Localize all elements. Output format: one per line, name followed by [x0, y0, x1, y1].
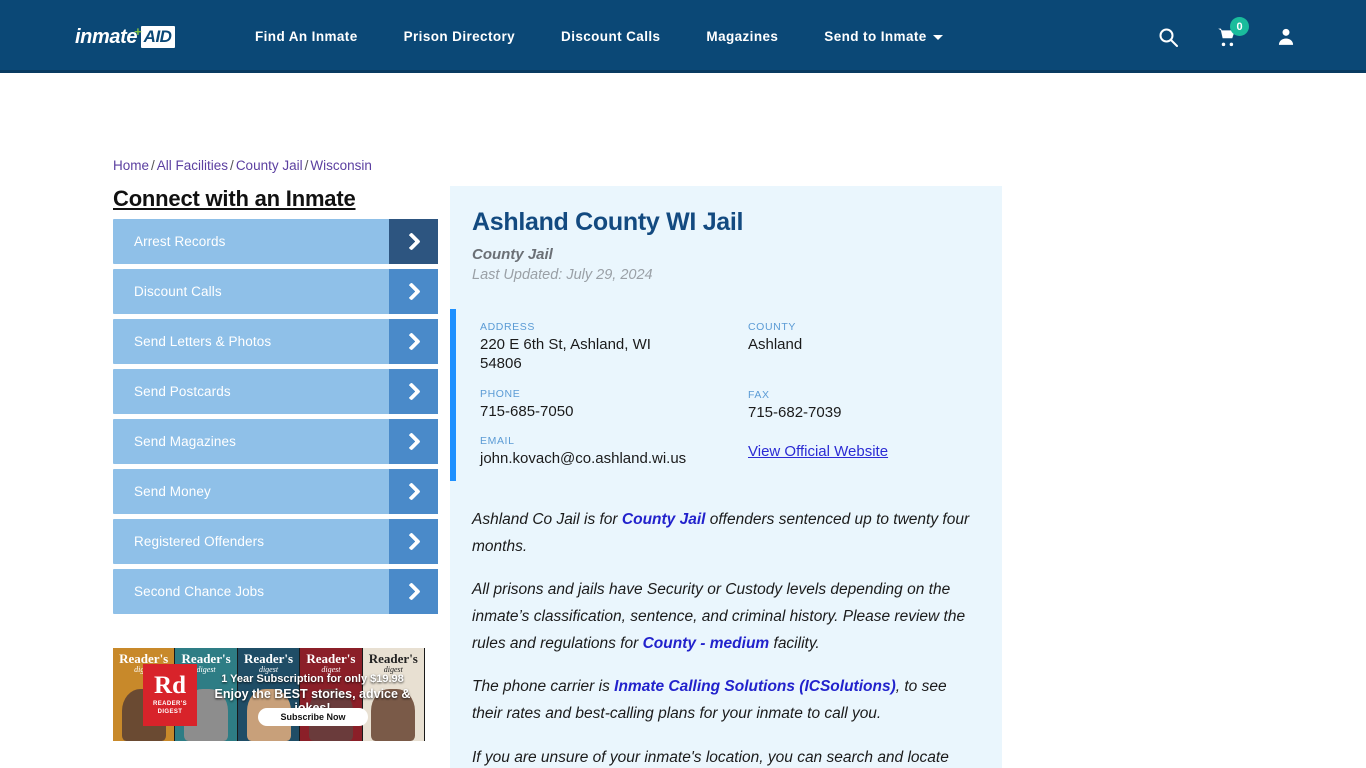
logo-aid: AID	[140, 26, 176, 48]
nav-discount-calls[interactable]: Discount Calls	[561, 29, 660, 44]
breadcrumb: Home / All Facilities / County Jail / Wisconsi…	[113, 158, 372, 173]
sidebar-item-arrest-records[interactable]: Arrest Records	[113, 219, 438, 264]
sidebar-item-label: Registered Offenders	[134, 534, 265, 549]
p4-text-a: If you are unsure of your inmate's locat…	[472, 748, 949, 766]
cart-icon[interactable]: 0	[1216, 17, 1249, 47]
sidebar-heading[interactable]: Connect with an Inmate	[113, 186, 356, 212]
ad-brand-top: Reader's	[243, 651, 294, 666]
email-label: EMAIL	[480, 435, 515, 448]
icsolutions-link[interactable]: Inmate Calling Solutions (ICSolutions)	[614, 678, 896, 695]
sidebar-item-label: Discount Calls	[134, 284, 222, 299]
sidebar-item-registered-offenders[interactable]: Registered Offenders	[113, 519, 438, 564]
county-jail-link[interactable]: County Jail	[622, 511, 706, 528]
phone-value: 715-685-7050	[480, 402, 574, 420]
ad-brand-top: Reader's	[306, 651, 356, 666]
paragraph-3: The phone carrier is Inmate Calling Solu…	[472, 674, 980, 727]
chevron-right-icon	[389, 469, 438, 514]
sidebar-item-label: Send Letters & Photos	[134, 334, 272, 349]
chevron-right-icon	[389, 319, 438, 364]
paragraph-1: Ashland Co Jail is for County Jail offen…	[472, 507, 980, 560]
header-icon-group: 0	[1158, 0, 1296, 73]
user-account-icon[interactable]	[1276, 26, 1296, 47]
ad-logo-line2: DIGEST	[157, 709, 183, 715]
ad-logo-initials: Rd	[154, 672, 186, 700]
p3-text-a: The phone carrier is	[472, 678, 615, 696]
facility-description: Ashland Co Jail is for County Jail offen…	[472, 507, 980, 768]
chevron-right-icon	[389, 519, 438, 564]
county-value: Ashland	[748, 336, 803, 353]
sidebar-item-label: Send Magazines	[134, 434, 236, 449]
facility-type: County Jail	[472, 246, 553, 263]
sidebar-menu: Arrest Records Discount Calls Send Lette…	[113, 219, 438, 619]
ad-logo-line1: READER'S	[153, 701, 187, 708]
paragraph-4: If you are unsure of your inmate's locat…	[472, 745, 980, 768]
address-value: 220 E 6th St, Ashland, WI 54806	[480, 336, 651, 372]
sidebar-item-label: Second Chance Jobs	[134, 584, 265, 599]
chevron-down-icon	[932, 34, 943, 40]
paragraph-2: All prisons and jails have Security or C…	[472, 577, 980, 657]
subscribe-now-button[interactable]: Subscribe Now	[258, 708, 368, 726]
sidebar-item-send-money[interactable]: Send Money	[113, 469, 438, 514]
chevron-right-icon	[389, 269, 438, 314]
nav-magazines[interactable]: Magazines	[706, 29, 778, 44]
cart-count-badge: 0	[1230, 17, 1249, 36]
address-label: ADDRESS	[480, 321, 535, 333]
facility-info-left-column: ADDRESS 220 E 6th St, Ashland, WI 54806 …	[480, 321, 748, 469]
logo-word: inmate	[75, 25, 138, 48]
main-nav: Find An Inmate Prison Directory Discount…	[255, 0, 943, 73]
phone-label: PHONE	[480, 387, 521, 400]
breadcrumb-item-all-facilities[interactable]: All Facilities	[157, 158, 228, 173]
facility-info-right-column: COUNTY Ashland FAX 715-682-7039 View Off…	[748, 321, 998, 469]
view-official-website-link[interactable]: View Official Website	[748, 443, 888, 460]
county-label: COUNTY	[748, 321, 796, 333]
site-logo[interactable]: inmate + AID	[75, 23, 176, 50]
facility-card: Ashland County WI Jail County Jail Last …	[450, 186, 1002, 768]
logo-plus-icon: +	[134, 23, 142, 39]
breadcrumb-separator: /	[304, 158, 309, 173]
ad-headline: 1 Year Subscription for only $19.98	[221, 673, 404, 685]
sidebar-item-second-chance-jobs[interactable]: Second Chance Jobs	[113, 569, 438, 614]
nav-find-an-inmate[interactable]: Find An Inmate	[255, 29, 358, 44]
advertisement-banner[interactable]: Reader's digest Reader's digest Reader's…	[113, 648, 425, 741]
p1-text-a: Ashland Co Jail is for	[472, 511, 622, 528]
sidebar-item-label: Send Money	[134, 484, 211, 499]
site-header: inmate + AID Find An Inmate Prison Direc…	[0, 0, 1366, 73]
breadcrumb-item-county-jail[interactable]: County Jail	[236, 158, 303, 173]
breadcrumb-item-wisconsin[interactable]: Wisconsin	[310, 158, 372, 173]
chevron-right-icon	[389, 569, 438, 614]
sidebar-item-label: Send Postcards	[134, 384, 231, 399]
facility-info-block: ADDRESS 220 E 6th St, Ashland, WI 54806 …	[450, 309, 1002, 481]
sidebar-item-send-letters-photos[interactable]: Send Letters & Photos	[113, 319, 438, 364]
ad-brand-top: Reader's	[368, 651, 418, 666]
page-body: Home / All Facilities / County Jail / Wisconsi…	[0, 73, 1366, 768]
chevron-right-icon	[389, 419, 438, 464]
search-icon[interactable]	[1158, 27, 1178, 47]
breadcrumb-separator: /	[230, 158, 234, 173]
readers-digest-logo: Rd READER'S DIGEST	[143, 664, 197, 726]
breadcrumb-separator: /	[151, 158, 155, 173]
nav-send-to-inmate[interactable]: Send to Inmate	[824, 29, 943, 44]
sidebar-item-send-postcards[interactable]: Send Postcards	[113, 369, 438, 414]
sidebar-item-discount-calls[interactable]: Discount Calls	[113, 269, 438, 314]
page-title: Ashland County WI Jail	[472, 208, 744, 236]
nav-prison-directory[interactable]: Prison Directory	[404, 29, 515, 44]
fax-value: 715-682-7039	[748, 403, 842, 421]
last-updated: Last Updated: July 29, 2024	[472, 267, 653, 283]
county-medium-link[interactable]: County - medium	[643, 635, 770, 652]
sidebar-item-label: Arrest Records	[134, 234, 226, 249]
sidebar-item-send-magazines[interactable]: Send Magazines	[113, 419, 438, 464]
fax-label: FAX	[748, 388, 770, 401]
email-value: john.kovach@co.ashland.wi.us	[480, 450, 687, 468]
p2-text-b: facility.	[769, 634, 820, 652]
chevron-right-icon	[389, 369, 438, 414]
breadcrumb-item-home[interactable]: Home	[113, 158, 149, 173]
column-spacer	[748, 369, 998, 389]
chevron-right-icon	[389, 219, 438, 264]
